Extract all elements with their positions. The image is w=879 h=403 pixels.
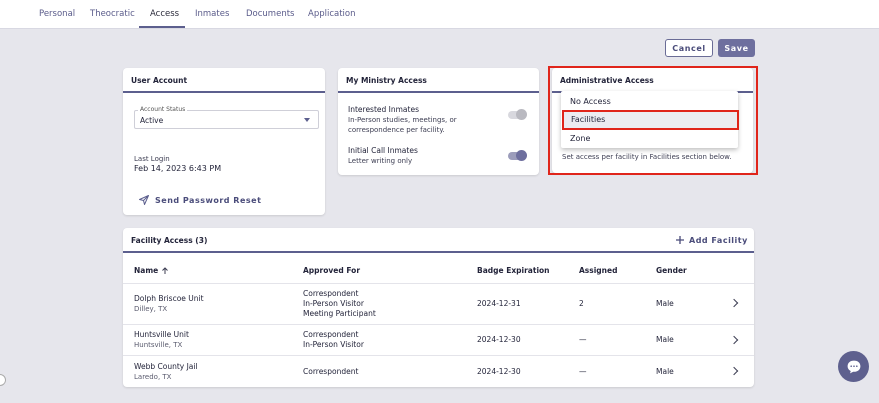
option-no-access[interactable]: No Access (570, 97, 611, 106)
toggle-knob (516, 109, 527, 120)
column-header-name[interactable]: Name (134, 266, 169, 275)
tab-access[interactable]: Access (150, 9, 179, 19)
badge-expiration: 2024-12-31 (477, 299, 521, 308)
assigned-count: — (579, 367, 587, 376)
facility-name: Huntsville Unit (134, 330, 189, 339)
account-status-value: Active (140, 116, 164, 125)
tab-inmates[interactable]: Inmates (195, 9, 229, 19)
option-facilities[interactable]: Facilities (562, 110, 739, 130)
assigned-count: 2 (579, 299, 584, 308)
send-password-reset-button[interactable]: Send Password Reset (138, 194, 261, 206)
column-header-badge: Badge Expiration (477, 266, 550, 275)
assigned-count: — (579, 335, 587, 344)
add-facility-label: Add Facility (689, 235, 748, 245)
account-status-label: Account Status (138, 106, 188, 113)
ministry-access-title: My Ministry Access (346, 76, 427, 85)
arrow-up-icon (162, 266, 169, 274)
chat-bubble-icon (847, 360, 860, 373)
approved-for-item: Meeting Participant (303, 309, 376, 318)
user-account-title: User Account (131, 76, 188, 85)
facility-location: Dilley, TX (134, 305, 168, 313)
badge-expiration: 2024-12-30 (477, 367, 521, 376)
plus-icon (676, 236, 684, 244)
tab-documents[interactable]: Documents (246, 9, 294, 19)
tab-application[interactable]: Application (308, 9, 356, 19)
last-login-label: Last Login (134, 155, 170, 163)
column-header-assigned: Assigned (579, 266, 618, 275)
tab-theocratic[interactable]: Theocratic (90, 9, 135, 19)
badge-expiration: 2024-12-30 (477, 335, 521, 344)
toggle-knob (516, 150, 527, 161)
facility-access-title: Facility Access (3) (131, 236, 208, 245)
approved-for-item: Correspondent (303, 367, 359, 376)
row-divider (123, 283, 754, 284)
last-login-value: Feb 14, 2023 6:43 PM (134, 164, 222, 173)
send-icon (139, 195, 149, 205)
facility-name: Webb County Jail (134, 362, 198, 371)
card-divider (338, 91, 539, 93)
interested-inmates-title: Interested Inmates (348, 105, 419, 114)
send-password-reset-label: Send Password Reset (155, 195, 262, 205)
user-account-card: User Account (123, 68, 325, 215)
initial-call-inmates-desc: Letter writing only (348, 157, 413, 165)
row-divider (123, 324, 754, 325)
interested-inmates-toggle[interactable] (508, 109, 527, 120)
option-zone[interactable]: Zone (570, 134, 590, 143)
facility-location: Huntsville, TX (134, 341, 183, 349)
column-header-name-label: Name (134, 266, 159, 275)
cancel-button[interactable]: Cancel (665, 39, 713, 57)
gender: Male (656, 367, 674, 376)
gender: Male (656, 299, 674, 308)
column-header-gender: Gender (656, 266, 687, 275)
option-facilities-label: Facilities (571, 115, 606, 124)
interested-inmates-desc-1: In-Person studies, meetings, or (348, 116, 457, 124)
add-facility-button[interactable]: Add Facility (675, 235, 748, 245)
column-header-approved: Approved For (303, 266, 361, 275)
interested-inmates-desc-2: correspondence per facility. (348, 126, 445, 134)
facility-location: Laredo, TX (134, 373, 172, 381)
initial-call-inmates-title: Initial Call Inmates (348, 146, 418, 155)
approved-for-item: In-Person Visitor (303, 299, 364, 308)
tab-personal[interactable]: Personal (39, 9, 75, 19)
gender: Male (656, 335, 674, 344)
approved-for-item: Correspondent (303, 330, 359, 339)
chevron-down-icon[interactable] (304, 118, 310, 122)
approved-for-item: In-Person Visitor (303, 340, 364, 349)
active-tab-indicator (139, 26, 185, 28)
tab-bar: Personal Theocratic Access Inmates Docum… (0, 0, 879, 29)
card-divider (123, 91, 325, 93)
row-divider (123, 355, 754, 356)
save-button[interactable]: Save (718, 39, 755, 57)
chat-button[interactable] (838, 351, 869, 382)
card-divider (123, 251, 754, 253)
side-handle[interactable] (0, 374, 6, 386)
facility-name: Dolph Briscoe Unit (134, 294, 204, 303)
initial-call-inmates-toggle[interactable] (508, 150, 527, 161)
approved-for-item: Correspondent (303, 289, 359, 298)
